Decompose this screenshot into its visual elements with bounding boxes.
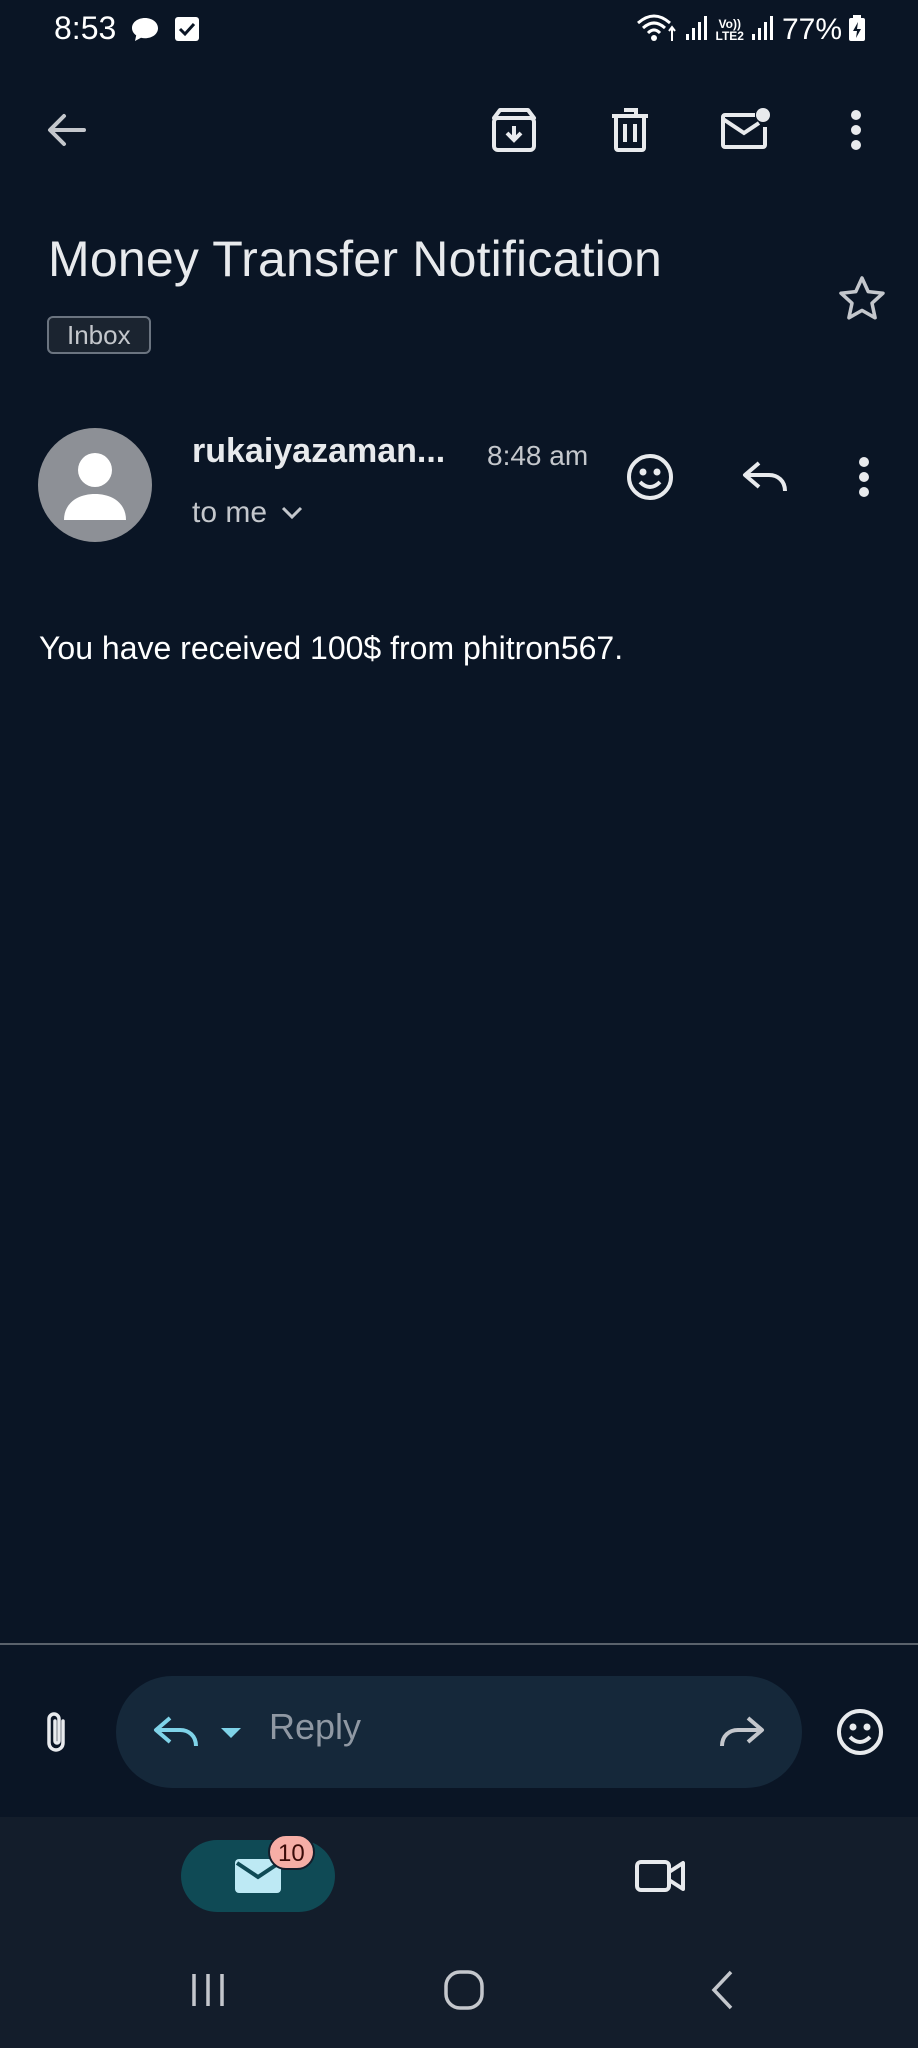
- unread-count-badge: 10: [268, 1834, 315, 1870]
- reply-type-button[interactable]: [148, 1704, 204, 1760]
- attach-button[interactable]: [26, 1700, 86, 1766]
- star-icon: [839, 276, 885, 320]
- recipient-details-toggle[interactable]: to me: [192, 496, 303, 530]
- home-button[interactable]: [434, 1960, 494, 2020]
- delete-icon: [612, 108, 648, 152]
- email-time: 8:48 am: [487, 440, 589, 471]
- message-more-options-button[interactable]: [832, 445, 896, 509]
- chevron-down-icon: [281, 506, 303, 520]
- back-arrow-icon: [48, 114, 86, 146]
- reply-icon: [743, 461, 787, 492]
- status-bar: 8:53 Vo)) LTE2 77%: [0, 0, 918, 60]
- more-options-button[interactable]: [826, 100, 886, 160]
- email-subject: Money Transfer Notification: [48, 231, 662, 287]
- chevron-left-icon: [711, 1970, 733, 2010]
- reply-type-dropdown[interactable]: [216, 1718, 246, 1748]
- meet-tab[interactable]: [630, 1846, 690, 1906]
- battery-percent: 77%: [781, 13, 842, 46]
- emoji-icon: [627, 454, 673, 500]
- reply-placeholder: Reply: [269, 1706, 362, 1747]
- reply-icon: [154, 1716, 198, 1747]
- delete-button[interactable]: [600, 100, 660, 160]
- sender-name[interactable]: rukaiyazaman...: [192, 432, 445, 471]
- email-body: You have received 100$ from phitron567.: [39, 630, 624, 666]
- forward-icon: [720, 1716, 764, 1747]
- mark-unread-icon: [721, 108, 770, 149]
- archive-button[interactable]: [484, 100, 544, 160]
- recent-apps-button[interactable]: [178, 1960, 238, 2020]
- status-icons: Vo)) LTE2 77%: [636, 10, 867, 50]
- status-time: 8:53: [54, 10, 117, 46]
- forward-button[interactable]: [714, 1704, 770, 1760]
- email-view-screen: 8:53 Vo)) LTE2 77% Money Transfer Notifi…: [0, 0, 918, 2048]
- more-vert-icon: [851, 110, 861, 150]
- video-camera-icon: [635, 1860, 685, 1892]
- lte-label: LTE2: [715, 29, 744, 43]
- recipient-label: to me: [192, 496, 268, 529]
- emoji-icon: [837, 1709, 883, 1755]
- emoji-button[interactable]: [828, 1700, 892, 1764]
- mark-unread-button[interactable]: [715, 100, 775, 160]
- back-button[interactable]: [36, 100, 96, 160]
- volte-indicator: Vo)) LTE2: [716, 18, 744, 42]
- add-reaction-button[interactable]: [618, 445, 682, 509]
- reply-compose-bar[interactable]: Reply: [116, 1676, 802, 1788]
- system-navigation-bar: [0, 1950, 918, 2030]
- person-icon: [64, 453, 126, 520]
- wifi-icon: [636, 13, 678, 48]
- sender-avatar[interactable]: [38, 428, 152, 542]
- home-icon: [444, 1970, 484, 2010]
- signal-icon: [684, 14, 710, 47]
- more-vert-icon: [859, 457, 869, 497]
- star-button[interactable]: [832, 268, 892, 328]
- recent-apps-icon: [192, 1974, 224, 2006]
- reply-button[interactable]: [733, 445, 797, 509]
- task-notification-icon: [174, 16, 200, 47]
- signal-icon-2: [750, 14, 776, 47]
- caret-down-icon: [221, 1728, 241, 1738]
- archive-icon: [492, 108, 536, 152]
- email-toolbar: [0, 90, 918, 170]
- system-back-button[interactable]: [692, 1960, 752, 2020]
- chat-notification-icon: [130, 16, 160, 49]
- battery-charging-icon: [848, 14, 866, 47]
- inbox-label-chip[interactable]: Inbox: [47, 316, 151, 354]
- attachment-icon: [47, 1712, 65, 1752]
